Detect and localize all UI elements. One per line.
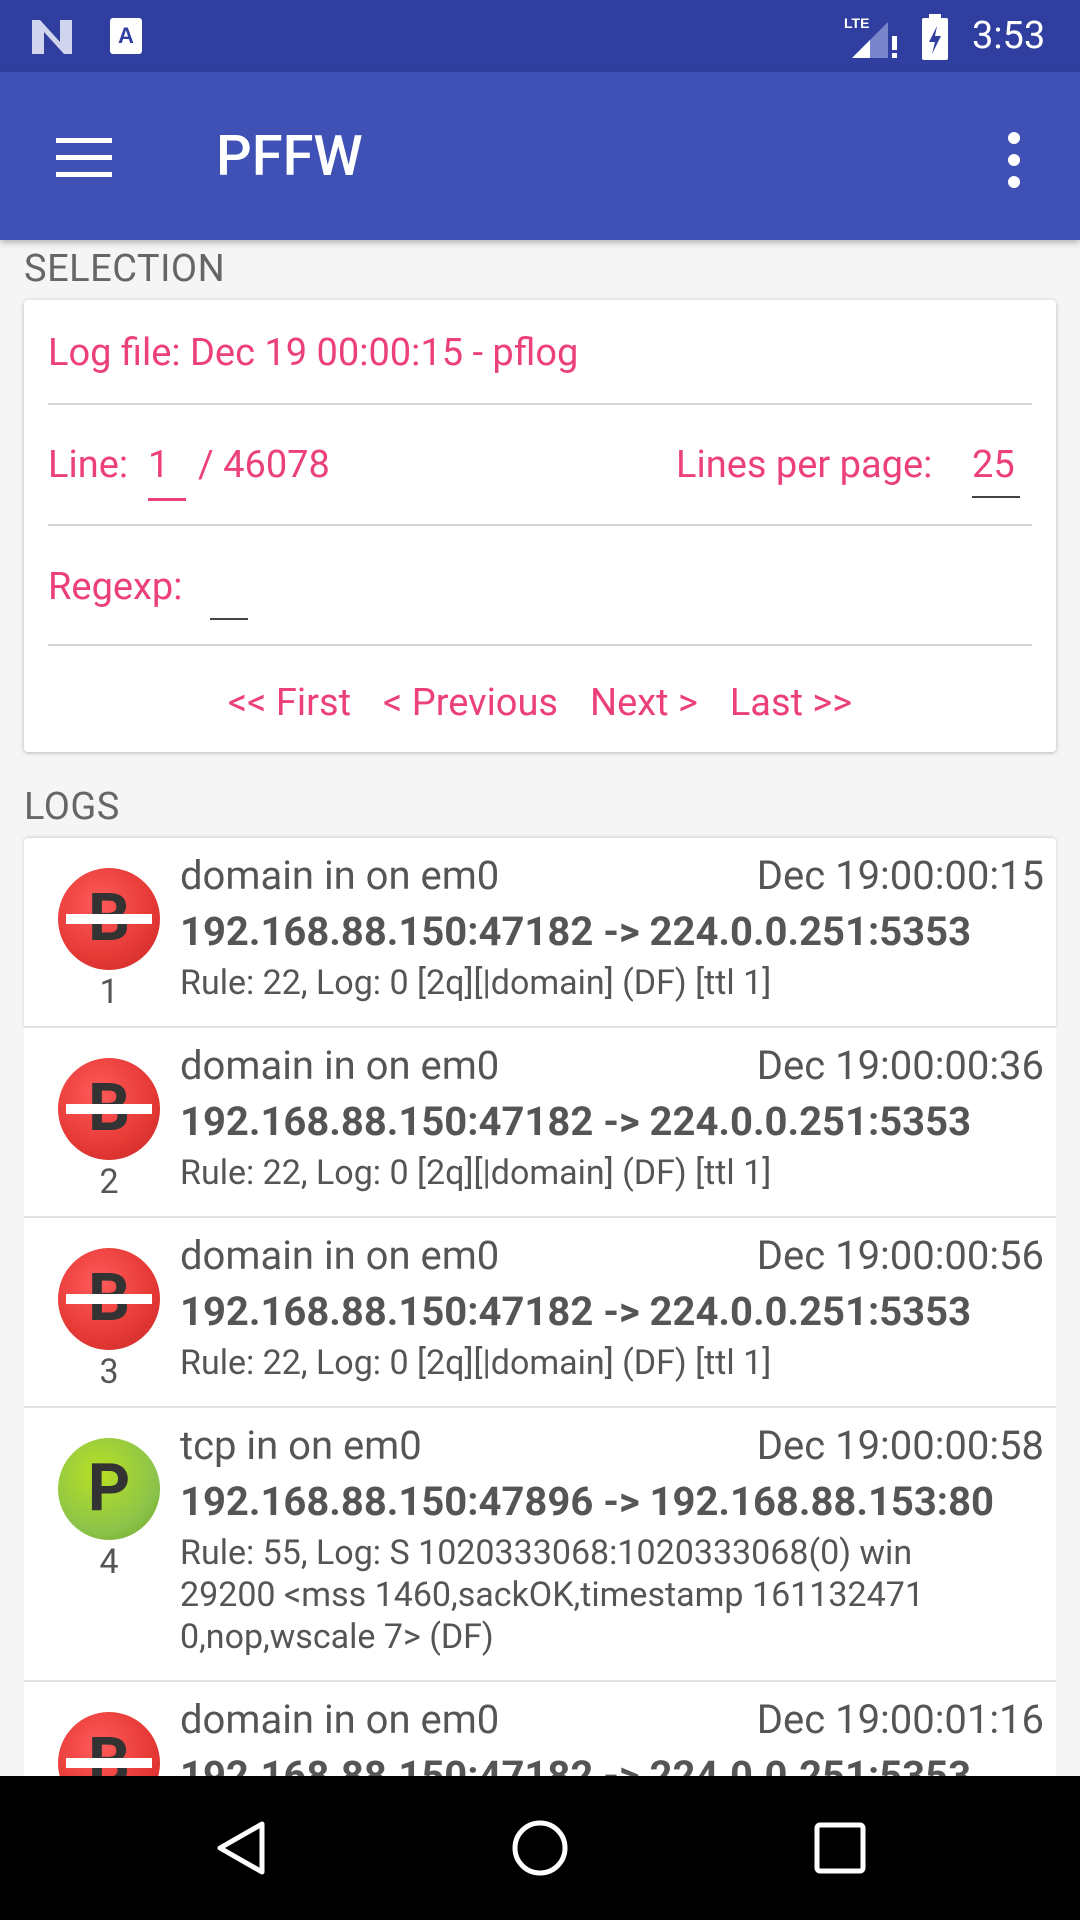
- battery-icon: [922, 14, 948, 60]
- regexp-input[interactable]: [210, 564, 250, 610]
- back-triangle-icon[interactable]: [212, 1818, 272, 1878]
- log-number: 4: [99, 1542, 119, 1582]
- lines-per-page-underline: [972, 496, 1020, 498]
- svg-text:LTE: LTE: [844, 15, 869, 31]
- log-number: 2: [99, 1162, 119, 1202]
- log-title: domain in on em0: [180, 1232, 500, 1279]
- logs-section-label: LOGS: [24, 785, 120, 829]
- log-time: Dec 19:00:01:16: [756, 1696, 1044, 1743]
- log-entry[interactable]: B 2 domain in on em0 Dec 19:00:00:36 192…: [24, 1028, 1056, 1218]
- lte-signal-icon: LTE: [844, 15, 897, 58]
- log-rule: Rule: 22, Log: 0 [2q][|domain] (DF) [ttl…: [180, 963, 772, 1003]
- log-address: 192.168.88.150:47182 -> 224.0.0.251:5353: [180, 1098, 972, 1145]
- log-rule: Rule: 55, Log: S 1020333068:1020333068(0…: [180, 1533, 924, 1657]
- log-title: tcp in on em0: [180, 1422, 422, 1469]
- log-entry[interactable]: P 4 tcp in on em0 Dec 19:00:00:58 192.16…: [24, 1408, 1056, 1682]
- log-time: Dec 19:00:00:36: [756, 1042, 1044, 1089]
- log-address: 192.168.88.150:47182 -> 224.0.0.251:5353: [180, 908, 972, 955]
- last-page-link[interactable]: Last >>: [730, 681, 852, 725]
- log-rule: Rule: 22, Log: 0 [2q][|domain] (DF) [ttl…: [180, 1153, 772, 1193]
- log-file-selector[interactable]: Log file: Dec 19 00:00:15 - pflog: [48, 330, 578, 376]
- log-address: 192.168.88.150:47896 -> 192.168.88.153:8…: [180, 1478, 994, 1525]
- log-address: 192.168.88.150:47182 -> 224.0.0.251:5353: [180, 1288, 972, 1335]
- line-label: Line:: [48, 443, 129, 487]
- block-badge-icon: B: [58, 1058, 160, 1160]
- a-notification-icon: A: [110, 18, 142, 54]
- log-number: 1: [99, 972, 119, 1012]
- lines-per-page-label: Lines per page:: [676, 443, 933, 487]
- log-time: Dec 19:00:00:15: [756, 852, 1044, 899]
- line-total: / 46078: [198, 443, 330, 487]
- log-title: domain in on em0: [180, 852, 500, 899]
- previous-page-link[interactable]: < Previous: [383, 681, 558, 725]
- log-rule: Rule: 22, Log: 0 [2q][|domain] (DF) [ttl…: [180, 1343, 772, 1383]
- divider: [48, 644, 1032, 646]
- next-page-link[interactable]: Next >: [590, 681, 698, 725]
- regexp-input-underline: [210, 618, 248, 620]
- status-time: 3:53: [972, 14, 1046, 58]
- log-entry[interactable]: B 1 domain in on em0 Dec 19:00:00:15 192…: [24, 838, 1056, 1028]
- line-input-underline: [148, 498, 186, 501]
- selection-card: Log file: Dec 19 00:00:15 - pflog Line: …: [24, 300, 1056, 752]
- lines-per-page-input[interactable]: 25: [972, 442, 1022, 488]
- regexp-label: Regexp:: [48, 565, 183, 609]
- more-vert-icon[interactable]: [994, 130, 1034, 190]
- log-title: domain in on em0: [180, 1042, 500, 1089]
- recents-square-icon[interactable]: [810, 1818, 870, 1878]
- log-title: domain in on em0: [180, 1696, 500, 1743]
- app-title: PFFW: [216, 123, 363, 189]
- log-time: Dec 19:00:00:58: [756, 1422, 1044, 1469]
- selection-section-label: SELECTION: [24, 247, 226, 291]
- n-notification-icon: [32, 20, 72, 54]
- status-bar: A LTE 3:53: [0, 0, 1080, 72]
- pass-badge-icon: P: [58, 1438, 160, 1540]
- line-input[interactable]: 1: [148, 442, 188, 488]
- first-page-link[interactable]: << First: [228, 681, 351, 725]
- block-badge-icon: B: [58, 868, 160, 970]
- svg-text:A: A: [118, 23, 134, 48]
- divider: [48, 524, 1032, 526]
- pagination: << First < Previous Next > Last >>: [24, 680, 1056, 726]
- system-nav-bar: [0, 1776, 1080, 1920]
- log-entry[interactable]: B 3 domain in on em0 Dec 19:00:00:56 192…: [24, 1218, 1056, 1408]
- hamburger-menu-icon[interactable]: [50, 134, 118, 182]
- app-toolbar: PFFW: [0, 72, 1080, 240]
- block-badge-icon: B: [58, 1248, 160, 1350]
- log-number: 3: [99, 1352, 119, 1392]
- log-time: Dec 19:00:00:56: [756, 1232, 1044, 1279]
- divider: [48, 403, 1032, 405]
- home-circle-icon[interactable]: [510, 1818, 570, 1878]
